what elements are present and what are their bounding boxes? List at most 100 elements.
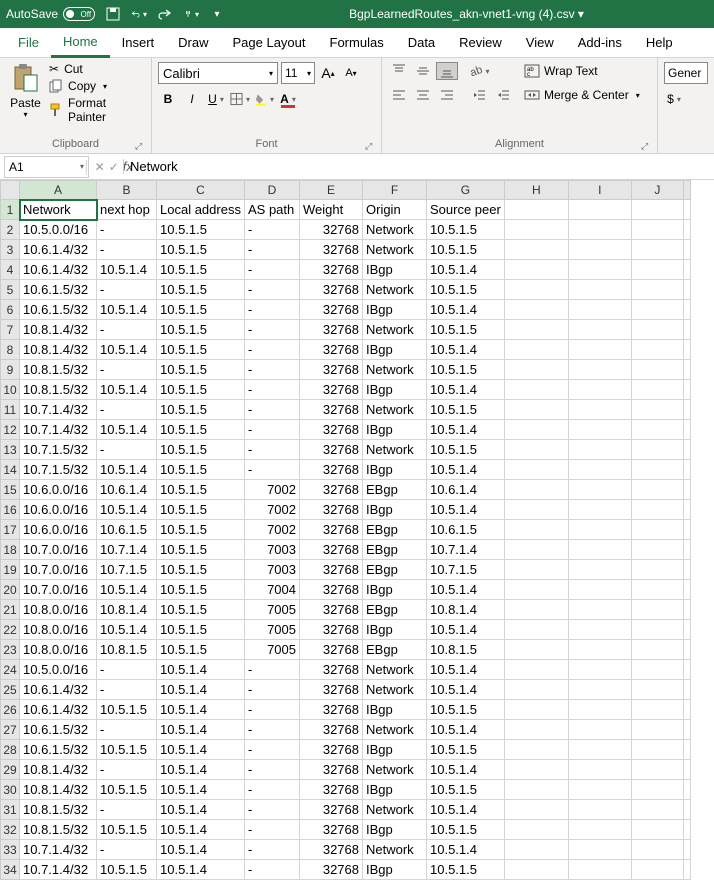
- cell[interactable]: -: [245, 300, 300, 320]
- tab-page-layout[interactable]: Page Layout: [221, 28, 318, 58]
- cell[interactable]: 32768: [300, 600, 363, 620]
- cell[interactable]: [683, 760, 690, 780]
- cancel-formula-icon[interactable]: ✕: [95, 160, 105, 174]
- cell[interactable]: 32768: [300, 340, 363, 360]
- cell[interactable]: [568, 220, 631, 240]
- cell[interactable]: 10.5.1.5: [97, 860, 157, 880]
- col-header-G[interactable]: G: [427, 181, 505, 200]
- cell[interactable]: [568, 200, 631, 220]
- cell[interactable]: 10.5.1.4: [157, 680, 245, 700]
- cell[interactable]: [683, 700, 690, 720]
- cell[interactable]: Source peer: [427, 200, 505, 220]
- cell[interactable]: 10.5.1.5: [157, 300, 245, 320]
- cell[interactable]: [683, 840, 690, 860]
- cell[interactable]: [504, 540, 568, 560]
- cell[interactable]: 32768: [300, 720, 363, 740]
- cell[interactable]: [631, 500, 683, 520]
- align-left-button[interactable]: [388, 86, 410, 104]
- cell[interactable]: 10.6.1.4: [97, 480, 157, 500]
- cell[interactable]: [504, 200, 568, 220]
- cell[interactable]: 10.5.1.5: [427, 740, 505, 760]
- row-header-28[interactable]: 28: [1, 740, 20, 760]
- cell[interactable]: 10.5.1.4: [157, 740, 245, 760]
- spreadsheet-grid[interactable]: ABCDEFGHIJ1Networknext hopLocal addressA…: [0, 180, 714, 880]
- cell[interactable]: -: [97, 320, 157, 340]
- tab-home[interactable]: Home: [51, 28, 110, 58]
- cell[interactable]: 10.5.1.5: [97, 780, 157, 800]
- cell[interactable]: 10.5.1.5: [157, 560, 245, 580]
- cell[interactable]: 32768: [300, 440, 363, 460]
- cell[interactable]: AS path: [245, 200, 300, 220]
- cell[interactable]: 10.5.1.5: [157, 220, 245, 240]
- align-top-button[interactable]: [388, 62, 410, 80]
- row-header-12[interactable]: 12: [1, 420, 20, 440]
- cell[interactable]: 10.5.1.5: [157, 500, 245, 520]
- cell[interactable]: 7005: [245, 600, 300, 620]
- cell[interactable]: Network: [363, 320, 427, 340]
- cell[interactable]: -: [97, 220, 157, 240]
- cell[interactable]: 32768: [300, 420, 363, 440]
- cell[interactable]: 10.5.1.4: [157, 760, 245, 780]
- cell[interactable]: 10.5.1.5: [157, 320, 245, 340]
- cell[interactable]: [568, 860, 631, 880]
- cell[interactable]: 10.5.1.4: [97, 300, 157, 320]
- row-header-6[interactable]: 6: [1, 300, 20, 320]
- cell[interactable]: 10.8.1.5: [97, 640, 157, 660]
- cell[interactable]: 10.7.0.0/16: [20, 540, 97, 560]
- cell[interactable]: 10.8.1.4: [97, 600, 157, 620]
- cell[interactable]: IBgp: [363, 700, 427, 720]
- row-header-22[interactable]: 22: [1, 620, 20, 640]
- cell[interactable]: [683, 280, 690, 300]
- cell[interactable]: [568, 660, 631, 680]
- cell[interactable]: 7004: [245, 580, 300, 600]
- row-header-11[interactable]: 11: [1, 400, 20, 420]
- paste-button[interactable]: Paste ▾: [6, 62, 45, 119]
- cell[interactable]: Network: [363, 760, 427, 780]
- font-color-button[interactable]: A: [278, 90, 298, 108]
- cell[interactable]: -: [97, 840, 157, 860]
- cell[interactable]: -: [245, 740, 300, 760]
- cell[interactable]: 10.6.1.4: [427, 480, 505, 500]
- cell[interactable]: [631, 860, 683, 880]
- cell[interactable]: 10.5.0.0/16: [20, 220, 97, 240]
- cell[interactable]: 32768: [300, 320, 363, 340]
- col-header-A[interactable]: A: [20, 181, 97, 200]
- cell[interactable]: Network: [363, 240, 427, 260]
- cell[interactable]: [568, 640, 631, 660]
- cell[interactable]: 32768: [300, 260, 363, 280]
- borders-button[interactable]: [230, 90, 250, 108]
- col-header-x[interactable]: [683, 181, 690, 200]
- clipboard-launcher-icon[interactable]: ⤢: [135, 141, 145, 151]
- cell[interactable]: [683, 640, 690, 660]
- row-header-26[interactable]: 26: [1, 700, 20, 720]
- cell[interactable]: 10.6.0.0/16: [20, 520, 97, 540]
- cell[interactable]: 7002: [245, 480, 300, 500]
- cell[interactable]: 10.7.1.4/32: [20, 400, 97, 420]
- cell[interactable]: [683, 300, 690, 320]
- cell[interactable]: -: [245, 360, 300, 380]
- cell[interactable]: -: [245, 460, 300, 480]
- cell[interactable]: [683, 660, 690, 680]
- cell[interactable]: [631, 560, 683, 580]
- cell[interactable]: [683, 200, 690, 220]
- cell[interactable]: [504, 660, 568, 680]
- col-header-C[interactable]: C: [157, 181, 245, 200]
- cell[interactable]: 10.5.1.4: [427, 340, 505, 360]
- cell[interactable]: 32768: [300, 660, 363, 680]
- cell[interactable]: [631, 740, 683, 760]
- row-header-25[interactable]: 25: [1, 680, 20, 700]
- cell[interactable]: -: [97, 800, 157, 820]
- cell[interactable]: 10.5.1.5: [157, 360, 245, 380]
- cell[interactable]: -: [245, 280, 300, 300]
- cell[interactable]: -: [97, 760, 157, 780]
- cell[interactable]: 10.5.1.4: [97, 500, 157, 520]
- cell[interactable]: [631, 580, 683, 600]
- cell[interactable]: 10.5.1.4: [427, 500, 505, 520]
- cell[interactable]: [631, 620, 683, 640]
- cell[interactable]: [631, 600, 683, 620]
- cell[interactable]: -: [245, 320, 300, 340]
- cell[interactable]: -: [245, 680, 300, 700]
- cell[interactable]: [631, 420, 683, 440]
- row-header-3[interactable]: 3: [1, 240, 20, 260]
- cell[interactable]: 10.5.1.4: [427, 260, 505, 280]
